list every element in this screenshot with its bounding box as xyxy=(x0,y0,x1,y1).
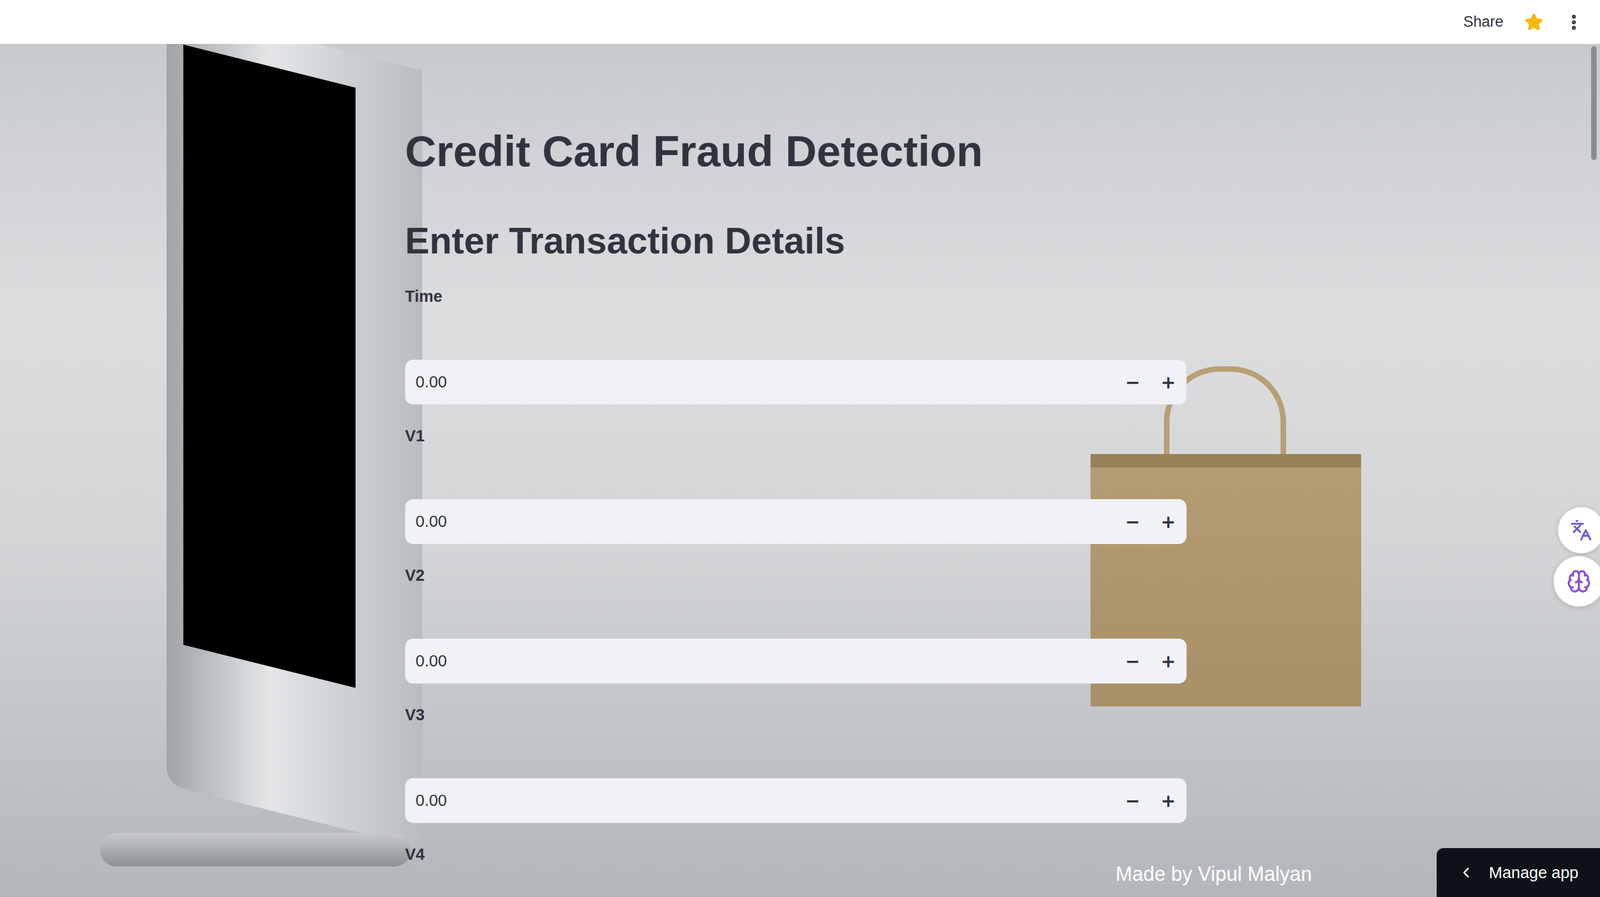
manage-app-button[interactable]: Manage app xyxy=(1436,847,1600,897)
field-label: V3 xyxy=(405,703,1187,726)
top-bar: Share xyxy=(0,0,1600,44)
number-input[interactable]: 0.00−+ xyxy=(405,359,1187,405)
star-icon xyxy=(1524,12,1544,32)
decrement-button[interactable]: − xyxy=(1115,638,1151,683)
brain-icon xyxy=(1566,568,1592,594)
chevron-left-icon xyxy=(1457,863,1475,881)
input-value[interactable]: 0.00 xyxy=(405,791,1115,810)
main-content: Credit Card Fraud Detection Enter Transac… xyxy=(0,43,1187,865)
increment-button[interactable]: + xyxy=(1150,638,1187,683)
decrement-button[interactable]: − xyxy=(1115,778,1151,823)
number-field: V1 0.00−+ xyxy=(405,424,1187,544)
field-label: V4 xyxy=(405,842,1187,865)
manage-app-label: Manage app xyxy=(1488,863,1579,882)
star-button[interactable] xyxy=(1524,12,1544,32)
field-label: V2 xyxy=(405,563,1187,587)
menu-button[interactable] xyxy=(1564,12,1584,32)
number-field: V4 xyxy=(405,842,1187,865)
translate-icon xyxy=(1570,518,1593,542)
input-value[interactable]: 0.00 xyxy=(405,512,1115,531)
monitor-frame xyxy=(166,6,423,849)
page-title: Credit Card Fraud Detection xyxy=(405,124,1187,178)
number-field: V3 0.00−+ xyxy=(405,703,1187,823)
field-label: V1 xyxy=(405,424,1187,447)
credit-text: Made by Vipul Malyan xyxy=(1115,862,1313,886)
assistant-button[interactable] xyxy=(1553,555,1600,607)
field-list: Time0.00−+V10.00−+V20.00−+V30.00−+V4 xyxy=(405,285,1187,865)
number-input[interactable]: 0.00−+ xyxy=(405,777,1187,823)
monitor-screen xyxy=(183,44,356,688)
number-field: V2 0.00−+ xyxy=(405,563,1187,684)
app-page: Share Credit Card Fraud Detection Enter Tr… xyxy=(0,0,1600,897)
scrollbar[interactable] xyxy=(1591,46,1597,160)
input-value[interactable]: 0.00 xyxy=(405,651,1115,670)
field-label: Time xyxy=(405,285,1187,308)
decrement-button[interactable]: − xyxy=(1115,360,1151,404)
section-heading: Enter Transaction Details xyxy=(405,217,1187,264)
monitor-stand xyxy=(100,832,412,867)
number-input[interactable]: 0.00−+ xyxy=(405,638,1187,684)
kebab-icon xyxy=(1564,12,1584,32)
number-field: Time 0.00−+ xyxy=(405,285,1187,405)
translate-button[interactable] xyxy=(1557,506,1600,554)
increment-button[interactable]: + xyxy=(1150,499,1187,544)
decrement-button[interactable]: − xyxy=(1115,499,1151,544)
increment-button[interactable]: + xyxy=(1150,778,1187,823)
share-button[interactable]: Share xyxy=(1463,13,1504,31)
increment-button[interactable]: + xyxy=(1150,360,1187,404)
input-value[interactable]: 0.00 xyxy=(405,372,1115,392)
number-input[interactable]: 0.00−+ xyxy=(405,498,1187,544)
